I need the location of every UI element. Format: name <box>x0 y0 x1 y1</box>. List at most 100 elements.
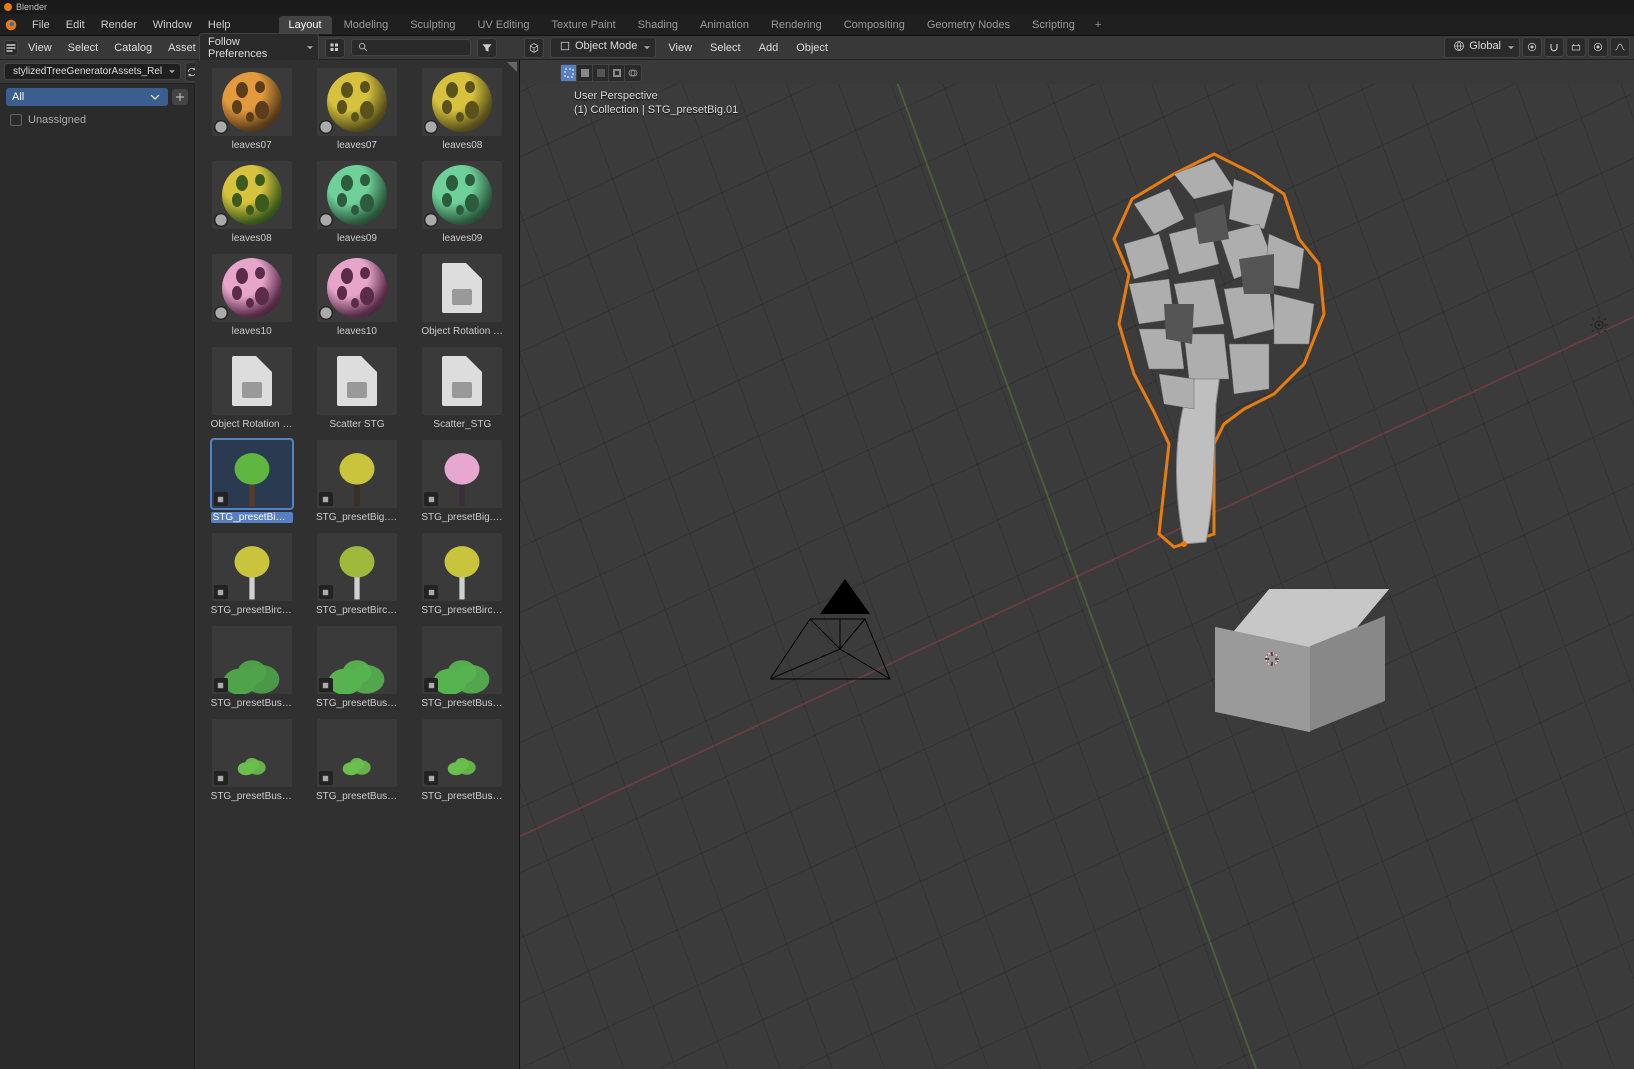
vp-menu-object[interactable]: Object <box>790 42 834 54</box>
asset-item[interactable]: STG_presetBig.02 <box>308 440 405 523</box>
catalog-add-button[interactable] <box>172 89 188 105</box>
editor-type-3dview-icon[interactable] <box>524 38 544 58</box>
asset-thumbnail[interactable] <box>212 440 292 508</box>
asset-thumbnail[interactable] <box>212 719 292 787</box>
cube-object[interactable] <box>1224 589 1364 709</box>
workspace-add[interactable]: + <box>1087 16 1109 34</box>
asset-thumbnail[interactable] <box>212 68 292 136</box>
asset-thumbnail[interactable] <box>422 440 502 508</box>
asset-thumbnail[interactable] <box>422 533 502 601</box>
asset-item[interactable]: Object Rotation t… <box>203 347 300 430</box>
asset-item[interactable]: STG_presetBushBi… <box>414 719 511 802</box>
asset-item[interactable]: STG_presetBirch… <box>203 533 300 616</box>
workspace-layout[interactable]: Layout <box>279 16 332 34</box>
select-mode-subtract[interactable] <box>593 65 609 81</box>
asset-search-input[interactable] <box>351 39 471 56</box>
asset-item[interactable]: STG_presetBush.02 <box>308 626 405 709</box>
catalog-all[interactable]: All <box>6 88 168 106</box>
asset-item[interactable]: STG_presetBig.03 <box>414 440 511 523</box>
asset-thumbnail[interactable] <box>212 161 292 229</box>
vp-menu-add[interactable]: Add <box>753 42 785 54</box>
asset-thumbnail[interactable] <box>317 254 397 322</box>
asset-thumbnail[interactable] <box>422 161 502 229</box>
asset-menu-catalog[interactable]: Catalog <box>108 42 158 54</box>
workspace-scripting[interactable]: Scripting <box>1022 16 1085 34</box>
asset-menu-view[interactable]: View <box>22 42 58 54</box>
menu-help[interactable]: Help <box>200 19 239 31</box>
asset-item[interactable]: leaves09 <box>308 161 405 244</box>
asset-thumbnail[interactable] <box>317 347 397 415</box>
asset-thumbnail[interactable] <box>422 626 502 694</box>
asset-item[interactable]: STG_presetBig.01 <box>203 440 300 523</box>
menu-edit[interactable]: Edit <box>58 19 93 31</box>
light-object[interactable] <box>1588 314 1610 336</box>
asset-item[interactable]: STG_presetBushBi… <box>203 719 300 802</box>
vp-menu-view[interactable]: View <box>662 42 698 54</box>
vp-menu-select[interactable]: Select <box>704 42 747 54</box>
asset-thumbnail[interactable] <box>422 254 502 322</box>
asset-item[interactable]: Object Rotation t… <box>414 254 511 337</box>
asset-item[interactable]: leaves08 <box>203 161 300 244</box>
workspace-anim[interactable]: Animation <box>690 16 759 34</box>
menu-window[interactable]: Window <box>145 19 200 31</box>
workspace-comp[interactable]: Compositing <box>834 16 915 34</box>
asset-item[interactable]: STG_presetBushBi… <box>308 719 405 802</box>
pivot-point-icon[interactable] <box>1522 37 1542 57</box>
asset-thumbnail[interactable] <box>317 626 397 694</box>
proportional-edit-icon[interactable] <box>1588 37 1608 57</box>
asset-item[interactable]: leaves07 <box>308 68 405 151</box>
workspace-texpaint[interactable]: Texture Paint <box>541 16 625 34</box>
asset-import-method-dropdown[interactable]: Follow Preferences <box>199 33 319 63</box>
3d-viewport[interactable]: User Perspective (1) Collection | STG_pr… <box>520 60 1634 1069</box>
asset-display-options-icon[interactable] <box>325 38 345 58</box>
asset-item[interactable]: STG_presetBush.01 <box>203 626 300 709</box>
workspace-geonodes[interactable]: Geometry Nodes <box>917 16 1020 34</box>
asset-thumbnail[interactable] <box>317 533 397 601</box>
asset-item[interactable]: leaves10 <box>203 254 300 337</box>
proportional-falloff-icon[interactable] <box>1610 37 1630 57</box>
area-split-handle[interactable] <box>507 62 517 72</box>
select-mode-intersect[interactable] <box>625 65 641 81</box>
asset-thumbnail[interactable] <box>422 719 502 787</box>
asset-menu-select[interactable]: Select <box>62 42 105 54</box>
catalog-collapse-icon[interactable] <box>148 90 162 104</box>
asset-thumbnail[interactable] <box>212 254 292 322</box>
asset-item[interactable]: leaves10 <box>308 254 405 337</box>
select-mode-new[interactable] <box>561 65 577 81</box>
asset-thumbnail[interactable] <box>317 161 397 229</box>
workspace-sculpting[interactable]: Sculpting <box>400 16 465 34</box>
workspace-shading[interactable]: Shading <box>628 16 688 34</box>
snap-toggle-icon[interactable] <box>1544 37 1564 57</box>
asset-thumbnail[interactable] <box>212 626 292 694</box>
asset-item[interactable]: Scatter_STG <box>414 347 511 430</box>
asset-item[interactable]: STG_presetBirch… <box>308 533 405 616</box>
snap-options-icon[interactable] <box>1566 37 1586 57</box>
editor-type-asset-icon[interactable] <box>4 40 18 56</box>
asset-item[interactable]: STG_presetBirch… <box>414 533 511 616</box>
workspace-modeling[interactable]: Modeling <box>334 16 399 34</box>
asset-thumbnail[interactable] <box>422 347 502 415</box>
asset-filter-icon[interactable] <box>477 38 497 58</box>
asset-item[interactable]: STG_presetBush.03 <box>414 626 511 709</box>
select-mode-invert[interactable] <box>609 65 625 81</box>
asset-item[interactable]: Scatter STG <box>308 347 405 430</box>
asset-item[interactable]: leaves09 <box>414 161 511 244</box>
tree-object-selected[interactable] <box>1074 144 1334 564</box>
asset-thumbnail[interactable] <box>317 440 397 508</box>
camera-object[interactable] <box>770 579 910 689</box>
asset-grid-panel[interactable]: leaves07 leaves07 leaves08 leaves08 leav… <box>195 60 520 1069</box>
asset-thumbnail[interactable] <box>317 68 397 136</box>
interaction-mode-dropdown[interactable]: Object Mode <box>550 37 656 58</box>
select-mode-extend[interactable] <box>577 65 593 81</box>
menu-render[interactable]: Render <box>93 19 145 31</box>
catalog-unassigned[interactable]: Unassigned <box>0 110 194 130</box>
transform-orientation-dropdown[interactable]: Global <box>1444 37 1520 58</box>
asset-item[interactable]: leaves08 <box>414 68 511 151</box>
asset-thumbnail[interactable] <box>212 533 292 601</box>
asset-thumbnail[interactable] <box>317 719 397 787</box>
workspace-rendering[interactable]: Rendering <box>761 16 832 34</box>
menu-file[interactable]: File <box>24 19 58 31</box>
asset-library-dropdown[interactable]: stylizedTreeGeneratorAssets_Rel <box>4 63 181 80</box>
asset-thumbnail[interactable] <box>422 68 502 136</box>
asset-thumbnail[interactable] <box>212 347 292 415</box>
